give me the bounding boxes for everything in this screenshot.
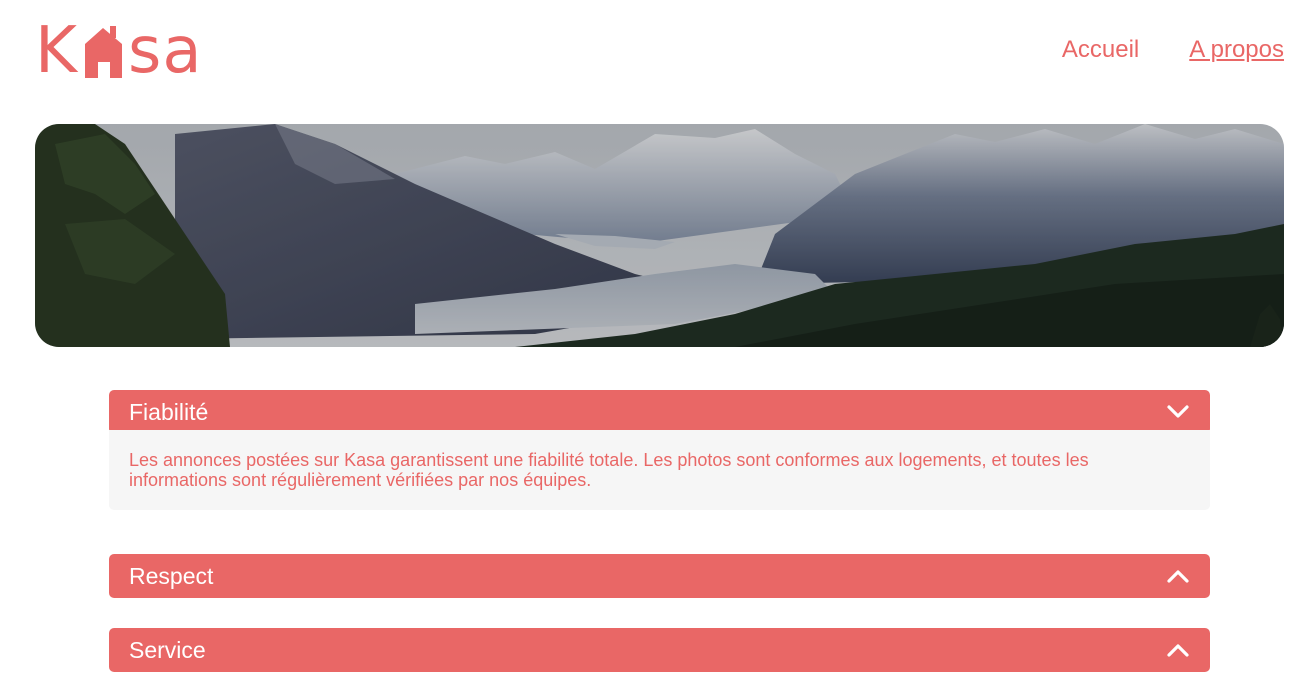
accordion-title: Respect <box>129 562 214 589</box>
accordion-fiabilite: Fiabilité Les annonces postées sur Kasa … <box>109 390 1210 510</box>
logo-letters-sa: sa <box>127 14 203 88</box>
accordion-text: Les annonces postées sur Kasa garantisse… <box>129 450 1089 490</box>
accordion-header-service[interactable]: Service <box>109 628 1210 672</box>
accordion-title: Fiabilité <box>129 398 209 425</box>
accordion-content-fiabilite: Les annonces postées sur Kasa garantisse… <box>109 430 1210 510</box>
chevron-up-icon[interactable] <box>1166 568 1190 584</box>
accordion-header-fiabilite[interactable]: Fiabilité <box>109 390 1210 434</box>
accordion-respect: Respect <box>109 554 1210 598</box>
chevron-up-icon[interactable] <box>1166 642 1190 658</box>
house-icon <box>84 26 122 78</box>
banner-overlay <box>35 124 1284 347</box>
site-header: K sa Accueil A propos <box>35 14 1284 86</box>
chevron-down-icon[interactable] <box>1166 404 1190 420</box>
logo-wordmark: K sa <box>35 16 203 86</box>
hero-banner <box>35 124 1284 347</box>
nav-link-home[interactable]: Accueil <box>1062 36 1139 64</box>
kasa-logo[interactable]: K sa <box>35 14 247 86</box>
nav-link-about[interactable]: A propos <box>1189 36 1284 64</box>
accordion-header-respect[interactable]: Respect <box>109 554 1210 598</box>
logo-letter-k: K <box>35 14 78 88</box>
accordion-title: Service <box>129 636 206 663</box>
accordion-service: Service <box>109 628 1210 672</box>
main-nav: Accueil A propos <box>1062 36 1284 64</box>
